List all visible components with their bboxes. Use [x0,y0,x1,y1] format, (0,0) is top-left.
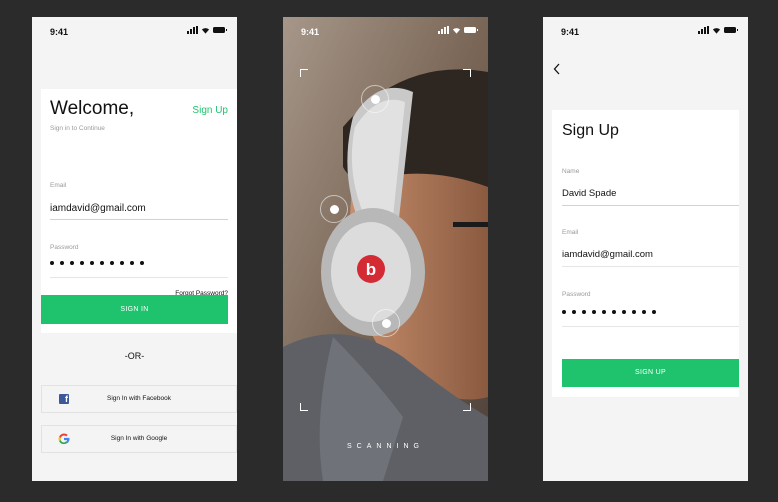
scan-point[interactable] [372,309,400,337]
scan-frame-corner [300,403,308,411]
scan-point[interactable] [361,85,389,113]
status-time: 9:41 [561,27,580,37]
scan-frame-corner [463,69,471,77]
status-bar: 9:41 [283,17,488,45]
battery-icon [724,27,738,33]
page-title: Welcome, [50,98,135,119]
google-signin-label: Sign In with Google [110,435,168,442]
headphones-photo: b [283,17,488,481]
status-icons [438,26,478,34]
email-field[interactable]: iamdavid@gmail.com [562,249,653,260]
google-signin-button[interactable]: Sign In with Google [41,425,237,453]
status-bar: 9:41 [32,17,237,45]
page-subtitle: Sign in to Continue [50,125,105,132]
chevron-left-icon[interactable] [553,63,561,75]
scan-point[interactable] [320,195,348,223]
status-icons [187,26,227,34]
status-bar: 9:41 [543,17,748,45]
status-time: 9:41 [50,27,69,37]
signup-card: Sign Up Name David Spade Email iamdavid@… [552,110,739,397]
status-time: 9:41 [301,27,320,37]
status-icons [698,26,738,34]
password-label: Password [50,244,79,251]
name-field[interactable]: David Spade [562,188,616,199]
scan-frame-corner [300,69,308,77]
or-divider: -OR- [124,351,145,361]
facebook-signin-label: Sign In with Facebook [107,395,171,402]
signup-screen: 9:41 Sign Up Name David Spade Email iamd… [543,17,748,481]
signup-link[interactable]: Sign Up [192,105,228,116]
password-field[interactable] [562,310,656,314]
email-underline [562,266,739,267]
signal-icon [438,26,449,34]
email-field[interactable]: iamdavid@gmail.com [50,203,146,214]
name-label: Name [562,168,580,175]
signin-screen: 9:41 Welcome, Sign in to Continue Sign U… [32,17,237,481]
facebook-signin-button[interactable]: f Sign In with Facebook [41,385,237,413]
password-label: Password [562,291,591,298]
email-label: Email [50,182,67,189]
password-field[interactable] [50,261,144,265]
scan-screen: b 9:41 SCANNING [283,17,488,481]
battery-icon [213,27,227,33]
battery-icon [464,27,478,33]
password-underline [562,326,739,327]
signal-icon [698,26,709,34]
signup-button[interactable]: SIGN UP [562,359,739,387]
scan-frame-corner [463,403,471,411]
wifi-icon [712,28,721,34]
email-underline [50,219,228,220]
wifi-icon [452,28,461,34]
name-underline [562,205,739,206]
signal-icon [187,26,198,34]
svg-text:b: b [366,260,376,279]
email-label: Email [562,229,579,236]
page-title: Sign Up [562,122,619,139]
password-underline [50,277,228,278]
wifi-icon [201,28,210,34]
signin-button[interactable]: SIGN IN [41,295,228,324]
scanning-status: SCANNING [347,443,424,450]
